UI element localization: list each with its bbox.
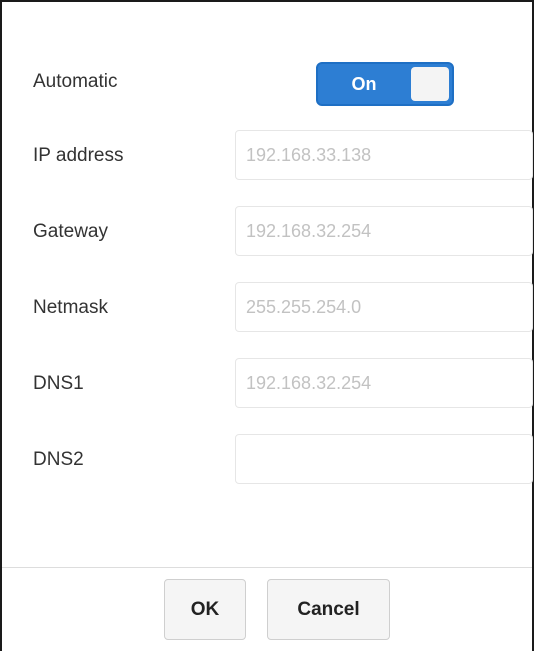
network-settings-dialog: Automatic On IP address Gateway Netmask … (0, 0, 534, 651)
footer-divider (2, 567, 532, 568)
toggle-state-label: On (351, 74, 377, 94)
gateway-label: Gateway (33, 221, 108, 242)
dns2-field[interactable] (235, 434, 533, 484)
ip-address-label: IP address (33, 145, 124, 166)
dns1-label: DNS1 (33, 373, 84, 394)
automatic-label: Automatic (33, 71, 118, 92)
automatic-toggle[interactable]: On (316, 62, 454, 106)
netmask-field[interactable] (235, 282, 533, 332)
toggle-knob[interactable] (411, 67, 449, 101)
dns1-field[interactable] (235, 358, 533, 408)
ok-button[interactable]: OK (164, 579, 246, 640)
dns2-label: DNS2 (33, 449, 84, 470)
netmask-label: Netmask (33, 297, 108, 318)
ip-address-field[interactable] (235, 130, 533, 180)
gateway-field[interactable] (235, 206, 533, 256)
cancel-button[interactable]: Cancel (267, 579, 390, 640)
